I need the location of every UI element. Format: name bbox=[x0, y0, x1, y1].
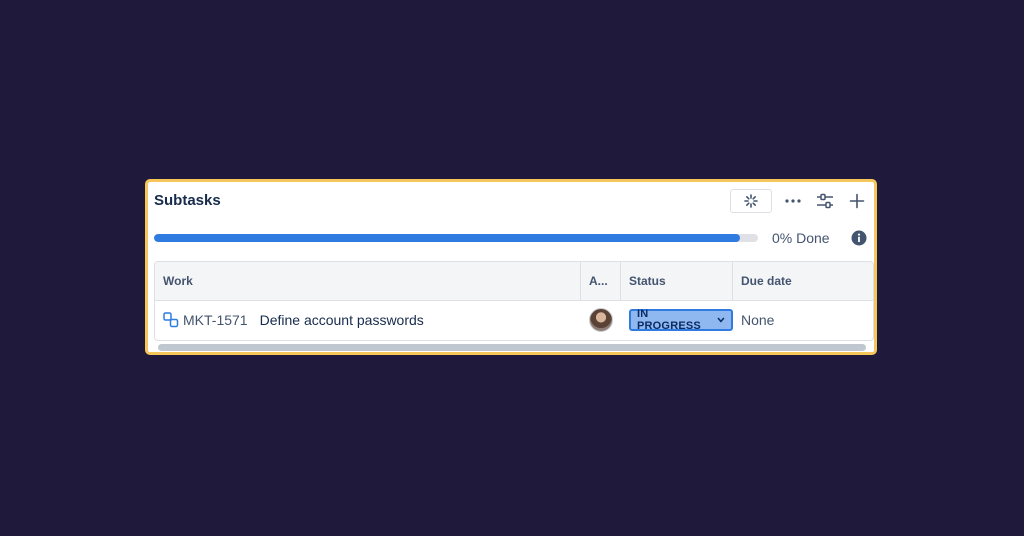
more-actions-button[interactable] bbox=[782, 190, 804, 212]
info-icon[interactable] bbox=[851, 230, 867, 246]
add-subtask-button[interactable] bbox=[846, 190, 868, 212]
loading-spinner-icon bbox=[744, 194, 758, 208]
settings-sliders-icon bbox=[817, 193, 833, 209]
panel-title: Subtasks bbox=[154, 192, 221, 209]
plus-icon bbox=[849, 193, 865, 209]
issue-summary-link[interactable]: Define account passwords bbox=[260, 312, 424, 328]
status-label: IN PROGRESS bbox=[637, 308, 701, 332]
column-header-work[interactable]: Work bbox=[155, 262, 581, 300]
table-row[interactable]: MKT-1571 Define account passwords IN PRO… bbox=[155, 300, 873, 340]
due-date-cell: None bbox=[733, 300, 873, 340]
progress-bar bbox=[154, 234, 758, 242]
subtask-icon bbox=[163, 312, 179, 328]
configure-button[interactable] bbox=[814, 190, 836, 212]
issue-key-link[interactable]: MKT-1571 bbox=[183, 312, 248, 328]
progress-bar-fill bbox=[154, 234, 740, 242]
table-header: Work A... Status Due date bbox=[155, 262, 873, 301]
status-dropdown[interactable]: IN PROGRESS bbox=[629, 308, 733, 332]
subtasks-table: Work A... Status Due date MKT-1571 Defin… bbox=[154, 261, 874, 341]
horizontal-scrollbar[interactable] bbox=[158, 344, 866, 351]
column-header-assignee[interactable]: A... bbox=[581, 262, 621, 300]
avatar[interactable] bbox=[589, 308, 613, 332]
status-cell: IN PROGRESS bbox=[621, 300, 733, 340]
column-header-status[interactable]: Status bbox=[621, 262, 733, 300]
column-header-due-date[interactable]: Due date bbox=[733, 262, 873, 300]
work-cell: MKT-1571 Define account passwords bbox=[155, 300, 581, 340]
panel-toolbar bbox=[730, 189, 868, 213]
more-icon bbox=[785, 199, 801, 203]
due-date-value[interactable]: None bbox=[741, 312, 774, 328]
assignee-cell bbox=[581, 300, 621, 340]
progress-label: 0% Done bbox=[772, 230, 830, 246]
loading-button[interactable] bbox=[730, 189, 772, 213]
chevron-down-icon bbox=[717, 317, 725, 323]
subtasks-panel: Subtasks 0% Done Work A... Status Due da… bbox=[145, 179, 877, 355]
